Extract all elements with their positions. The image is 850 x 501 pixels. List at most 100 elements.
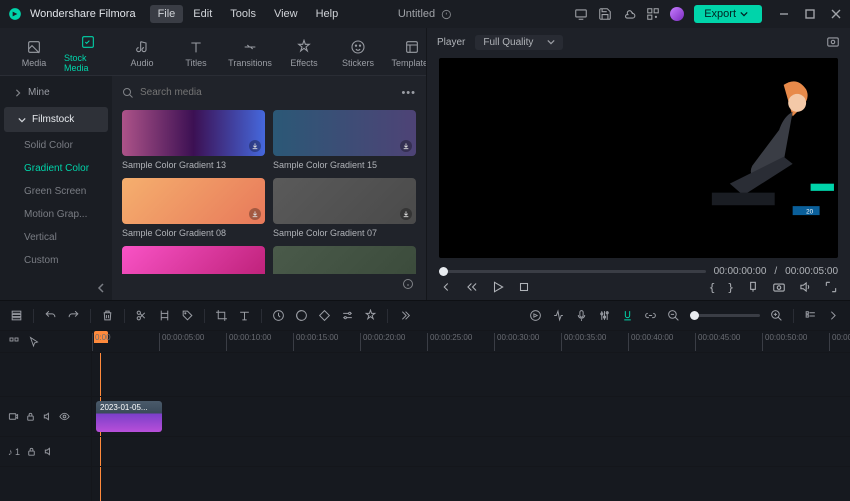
search-icon	[122, 87, 134, 99]
tab-titles[interactable]: Titles	[172, 32, 220, 75]
sidebar-sub-motion-grap-[interactable]: Motion Grap...	[0, 203, 112, 226]
speed-icon[interactable]	[272, 309, 285, 322]
menu-file[interactable]: File	[150, 5, 184, 23]
mark-out-icon[interactable]: }	[727, 281, 734, 294]
keyframe-icon[interactable]	[318, 309, 331, 322]
play-button[interactable]	[491, 280, 505, 294]
sidebar-sub-solid-color[interactable]: Solid Color	[0, 134, 112, 157]
media-thumb[interactable]: Sample Color Gradient 08	[122, 178, 265, 238]
adjust-icon[interactable]	[341, 309, 354, 322]
sidebar-sub-custom[interactable]: Custom	[0, 249, 112, 272]
menu-view[interactable]: View	[266, 5, 306, 23]
step-back-button[interactable]	[465, 280, 479, 294]
maximize-button[interactable]	[804, 8, 816, 20]
delete-icon[interactable]	[101, 309, 114, 322]
sidebar-sub-green-screen[interactable]: Green Screen	[0, 180, 112, 203]
sidebar-collapse-icon[interactable]	[96, 282, 108, 294]
cloud-icon[interactable]	[622, 7, 636, 21]
tab-audio[interactable]: Audio	[118, 32, 166, 75]
info-icon[interactable]	[402, 278, 414, 290]
color-icon[interactable]	[295, 309, 308, 322]
sidebar-sub-gradient-color[interactable]: Gradient Color	[0, 157, 112, 180]
mute-icon[interactable]	[43, 446, 54, 457]
marker-add-icon[interactable]	[158, 309, 171, 322]
sidebar-item-mine[interactable]: Mine	[0, 80, 112, 105]
view-mode-icon[interactable]	[804, 309, 817, 322]
download-icon[interactable]	[400, 208, 412, 220]
tab-transitions[interactable]: Transitions	[226, 32, 274, 75]
sidebar-sub-vertical[interactable]: Vertical	[0, 226, 112, 249]
lock-icon[interactable]	[26, 446, 37, 457]
tab-stock-media[interactable]: Stock Media	[64, 32, 112, 75]
split-icon[interactable]	[135, 309, 148, 322]
volume-icon[interactable]	[798, 280, 812, 294]
cursor-mode-icon[interactable]	[28, 336, 40, 348]
render-icon[interactable]	[529, 309, 542, 322]
audio-mix-icon[interactable]	[598, 309, 611, 322]
settings-icon[interactable]	[827, 309, 840, 322]
time-duration: 00:00:05:00	[785, 266, 838, 277]
mic-icon[interactable]	[575, 309, 588, 322]
redo-icon[interactable]	[67, 309, 80, 322]
prev-frame-button[interactable]	[439, 280, 453, 294]
tab-effects[interactable]: Effects	[280, 32, 328, 75]
zoom-out-icon[interactable]	[667, 309, 680, 322]
mute-icon[interactable]	[42, 411, 53, 422]
minimize-button[interactable]	[778, 8, 790, 20]
export-button[interactable]: Export	[694, 5, 762, 23]
preview-viewport[interactable]: 20	[439, 58, 838, 258]
menu-tools[interactable]: Tools	[222, 5, 264, 23]
menu-edit[interactable]: Edit	[185, 5, 220, 23]
media-thumb[interactable]: Sample Color Gradient 13	[122, 110, 265, 170]
media-thumb[interactable]	[122, 246, 265, 274]
track-options-icon[interactable]	[8, 336, 20, 348]
tab-media[interactable]: Media	[10, 32, 58, 75]
sync-icon	[441, 9, 452, 20]
marker-icon[interactable]	[746, 280, 760, 294]
download-icon[interactable]	[249, 140, 261, 152]
quality-select[interactable]: Full Quality	[475, 35, 563, 50]
media-thumb[interactable]: Sample Color Gradient 07	[273, 178, 416, 238]
media-thumb[interactable]	[273, 246, 416, 274]
download-icon[interactable]	[249, 208, 261, 220]
tag-icon[interactable]	[181, 309, 194, 322]
audio-lane[interactable]	[92, 437, 850, 467]
camera-icon[interactable]	[772, 280, 786, 294]
seek-slider[interactable]	[439, 270, 706, 273]
more-options-icon[interactable]: •••	[401, 87, 416, 99]
menu-help[interactable]: Help	[308, 5, 347, 23]
video-clip[interactable]: 2023-01-05...	[96, 401, 162, 432]
zoom-in-icon[interactable]	[770, 309, 783, 322]
zoom-slider[interactable]	[690, 314, 760, 317]
player-label: Player	[437, 37, 465, 48]
sidebar-item-filmstock[interactable]: Filmstock	[4, 107, 108, 132]
fullscreen-icon[interactable]	[824, 280, 838, 294]
layers-icon[interactable]	[10, 309, 23, 322]
avatar[interactable]	[670, 7, 684, 21]
effects-icon	[296, 39, 312, 55]
undo-icon[interactable]	[44, 309, 57, 322]
save-icon[interactable]	[598, 7, 612, 21]
search-input[interactable]	[140, 87, 395, 98]
grid-icon[interactable]	[646, 7, 660, 21]
more-tools-icon[interactable]	[398, 309, 411, 322]
snap-toggle-icon[interactable]	[621, 309, 634, 322]
effects-icon[interactable]	[364, 309, 377, 322]
tab-stickers[interactable]: Stickers	[334, 32, 382, 75]
download-icon[interactable]	[400, 140, 412, 152]
mark-in-icon[interactable]: {	[709, 281, 716, 294]
text-icon[interactable]	[238, 309, 251, 322]
close-button[interactable]	[830, 8, 842, 20]
lock-icon[interactable]	[25, 411, 36, 422]
visibility-icon[interactable]	[59, 411, 70, 422]
snapshot-icon[interactable]	[826, 35, 840, 49]
media-thumb[interactable]: Sample Color Gradient 15	[273, 110, 416, 170]
stop-button[interactable]	[517, 280, 531, 294]
timeline-lanes[interactable]: 2023-01-05...	[92, 353, 850, 501]
link-icon[interactable]	[644, 309, 657, 322]
mix-icon[interactable]	[552, 309, 565, 322]
time-ruler[interactable]: 0:0000:00:05:0000:00:10:0000:00:15:0000:…	[92, 331, 850, 352]
crop-icon[interactable]	[215, 309, 228, 322]
video-lane[interactable]: 2023-01-05...	[92, 397, 850, 437]
device-icon[interactable]	[574, 7, 588, 21]
